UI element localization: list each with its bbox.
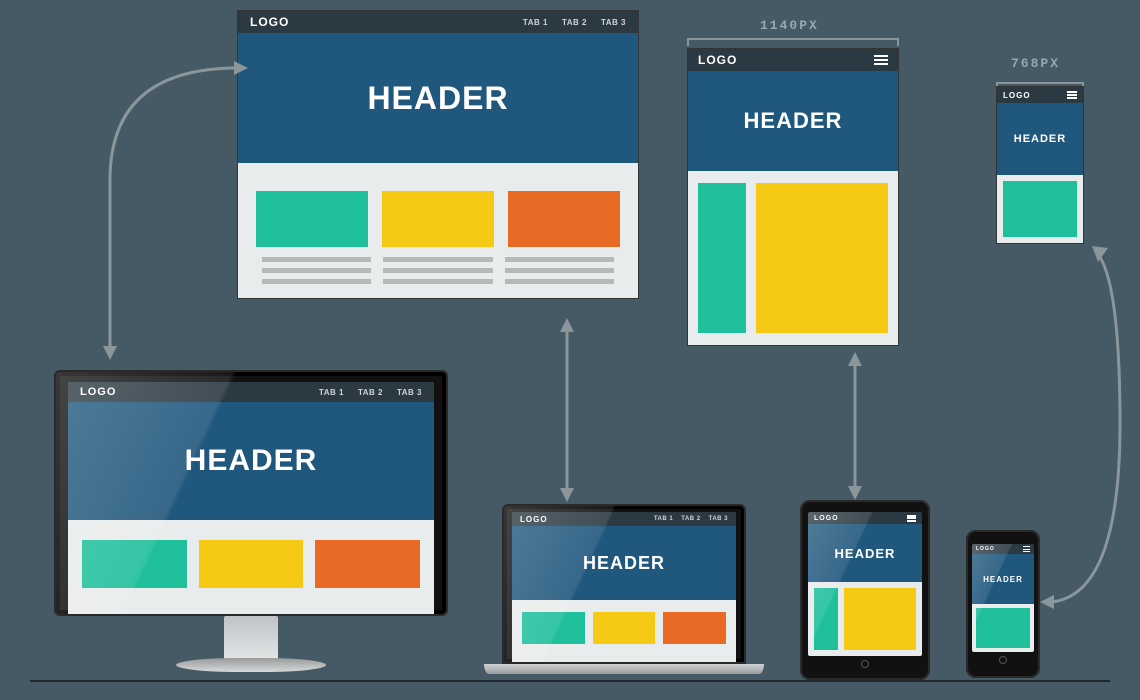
logo-text: LOGO [1003,91,1031,100]
breakpoint-label-tablet: 1140PX [760,18,819,33]
wireframe-phone: LOGO HEADER [996,86,1084,244]
header-title: HEADER [367,80,508,117]
monitor-stand-base [176,658,326,672]
content-blocks [256,191,620,247]
arrow-tablet-to-device [840,352,870,502]
wireframe-desktop-tabs: TAB 1 TAB 2 TAB 3 [523,18,626,27]
logo-text: LOGO [814,515,839,522]
device-desktop-body [68,520,434,616]
wireframe-tablet-body [688,171,898,345]
tab-1: TAB 1 [319,388,344,397]
device-desktop-header: HEADER [68,402,434,520]
text-placeholder-rows [256,257,620,284]
breakpoint-bracket-tablet [687,38,899,44]
tab-3: TAB 3 [601,18,626,27]
logo-text: LOGO [520,515,548,524]
device-desktop: LOGO TAB 1 TAB 2 TAB 3 HEADER [54,370,448,672]
content-block-teal [698,183,746,333]
wireframe-tablet-header: HEADER [688,71,898,171]
wireframe-phone-header: HEADER [997,103,1083,175]
tab-2: TAB 2 [358,388,383,397]
wireframe-desktop-topbar: LOGO TAB 1 TAB 2 TAB 3 [238,11,638,33]
tab-3: TAB 3 [397,388,422,397]
device-desktop-topbar: LOGO TAB 1 TAB 2 TAB 3 [68,382,434,402]
arrow-desktop-to-laptop [552,318,582,504]
hamburger-icon [1067,91,1077,99]
content-block-orange [663,612,726,644]
device-laptop-body [512,600,736,664]
header-title: HEADER [1014,133,1066,145]
wireframe-phone-topbar: LOGO [997,87,1083,103]
tab-3: TAB 3 [709,516,728,522]
floor-shadow [30,677,1110,682]
device-laptop-header: HEADER [512,526,736,600]
wireframe-tablet-topbar: LOGO [688,49,898,71]
hamburger-icon [1023,546,1030,552]
device-phone-topbar: LOGO [972,544,1034,554]
logo-text: LOGO [250,15,289,29]
arrow-desktop-wireframe-to-monitor [90,60,250,370]
device-tablet-topbar: LOGO [808,512,922,524]
responsive-design-diagram: LOGO TAB 1 TAB 2 TAB 3 HEADER 1140PX [0,0,1140,700]
device-tablet: LOGO HEADER [800,500,930,680]
header-title: HEADER [583,553,665,574]
laptop-base [484,664,764,674]
content-block-orange [508,191,620,247]
content-block-teal [976,608,1030,648]
device-tablet-header: HEADER [808,524,922,582]
content-block-yellow [593,612,656,644]
content-block-teal [522,612,585,644]
logo-text: LOGO [80,386,116,398]
wireframe-desktop: LOGO TAB 1 TAB 2 TAB 3 HEADER [237,10,639,299]
content-block-teal [1003,181,1077,237]
content-block-teal [256,191,368,247]
device-laptop-topbar: LOGO TAB 1 TAB 2 TAB 3 [512,512,736,526]
wireframe-tablet: LOGO HEADER [687,48,899,346]
home-button-icon [999,656,1007,664]
logo-text: LOGO [698,53,737,67]
wireframe-desktop-body [238,163,638,298]
content-block-yellow [756,183,888,333]
hamburger-icon [874,55,888,65]
device-laptop: LOGO TAB 1 TAB 2 TAB 3 HEADER [484,504,764,674]
arrow-phone-to-device [1040,244,1130,614]
monitor-stand-neck [224,616,278,660]
device-tablet-body [808,582,922,656]
content-block-orange [315,540,420,588]
device-phone-body [972,604,1034,652]
tab-2: TAB 2 [562,18,587,27]
tab-1: TAB 1 [523,18,548,27]
wireframe-desktop-header: HEADER [238,33,638,163]
content-block-yellow [844,588,916,650]
tab-1: TAB 1 [654,516,673,522]
header-title: HEADER [983,575,1023,584]
content-block-yellow [382,191,494,247]
content-block-yellow [199,540,304,588]
header-title: HEADER [835,546,896,561]
content-block-teal [814,588,838,650]
breakpoint-label-phone: 768PX [1011,56,1060,71]
home-button-icon [861,660,869,668]
device-phone: LOGO HEADER [966,530,1040,678]
logo-text: LOGO [976,546,995,552]
header-title: HEADER [185,444,318,478]
tab-2: TAB 2 [681,516,700,522]
header-title: HEADER [744,108,843,134]
wireframe-phone-body [997,175,1083,243]
hamburger-icon [907,515,916,522]
device-phone-header: HEADER [972,554,1034,604]
content-block-teal [82,540,187,588]
